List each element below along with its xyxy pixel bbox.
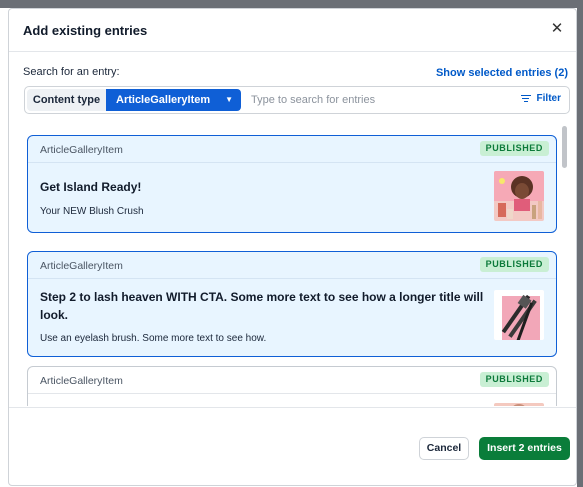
entry-thumbnail bbox=[494, 290, 544, 340]
entry-title: Get Island Ready! bbox=[40, 180, 142, 194]
entry-title: Step 2 to lash heaven WITH CTA. Some mor… bbox=[40, 290, 484, 322]
entry-content-type: ArticleGalleryItem bbox=[40, 260, 123, 272]
entry-content-type: ArticleGalleryItem bbox=[40, 375, 123, 387]
modal-backdrop-top bbox=[0, 0, 583, 8]
entry-description: Use an eyelash brush. Some more text to … bbox=[40, 333, 267, 344]
content-type-label: Content type bbox=[27, 89, 106, 111]
modal-backdrop-right bbox=[577, 0, 583, 487]
status-badge: PUBLISHED bbox=[479, 257, 549, 272]
entries-list: ArticleGalleryItem PUBLISHED Get Island … bbox=[24, 123, 570, 406]
entry-thumbnail bbox=[494, 403, 544, 406]
entry-card[interactable]: ArticleGalleryItem PUBLISHED Step 2 to l… bbox=[27, 251, 557, 357]
filter-label: Filter bbox=[536, 93, 561, 104]
status-badge: PUBLISHED bbox=[479, 372, 549, 387]
list-scrollbar[interactable] bbox=[562, 126, 567, 168]
filter-icon bbox=[520, 93, 531, 104]
search-bar: Content type ArticleGalleryItem ▼ Filter bbox=[24, 86, 570, 114]
entry-description: Your NEW Blush Crush bbox=[40, 206, 144, 217]
entry-card[interactable]: ArticleGalleryItem PUBLISHED Get Island … bbox=[27, 135, 557, 233]
entry-content-type: ArticleGalleryItem bbox=[40, 144, 123, 156]
search-label: Search for an entry: bbox=[23, 66, 120, 78]
entry-card[interactable]: ArticleGalleryItem PUBLISHED bbox=[27, 366, 557, 406]
entry-card-header: ArticleGalleryItem PUBLISHED bbox=[28, 252, 556, 279]
search-input[interactable] bbox=[251, 90, 481, 110]
footer-divider bbox=[9, 407, 576, 408]
content-type-select[interactable]: ArticleGalleryItem ▼ bbox=[106, 89, 241, 111]
caret-down-icon: ▼ bbox=[225, 95, 233, 104]
filter-button[interactable]: Filter bbox=[520, 93, 561, 104]
insert-entries-button[interactable]: Insert 2 entries bbox=[479, 437, 570, 460]
modal-header: Add existing entries ✕ bbox=[9, 9, 576, 52]
entry-card-header: ArticleGalleryItem PUBLISHED bbox=[28, 367, 556, 394]
modal-title: Add existing entries bbox=[23, 23, 148, 38]
content-type-value: ArticleGalleryItem bbox=[116, 94, 211, 106]
show-selected-entries-link[interactable]: Show selected entries (2) bbox=[436, 67, 568, 79]
close-icon[interactable]: ✕ bbox=[548, 20, 566, 38]
cancel-button[interactable]: Cancel bbox=[419, 437, 469, 460]
add-entries-modal: Add existing entries ✕ Search for an ent… bbox=[8, 8, 577, 486]
entry-thumbnail bbox=[494, 171, 544, 221]
status-badge: PUBLISHED bbox=[479, 141, 549, 156]
entry-card-header: ArticleGalleryItem PUBLISHED bbox=[28, 136, 556, 163]
